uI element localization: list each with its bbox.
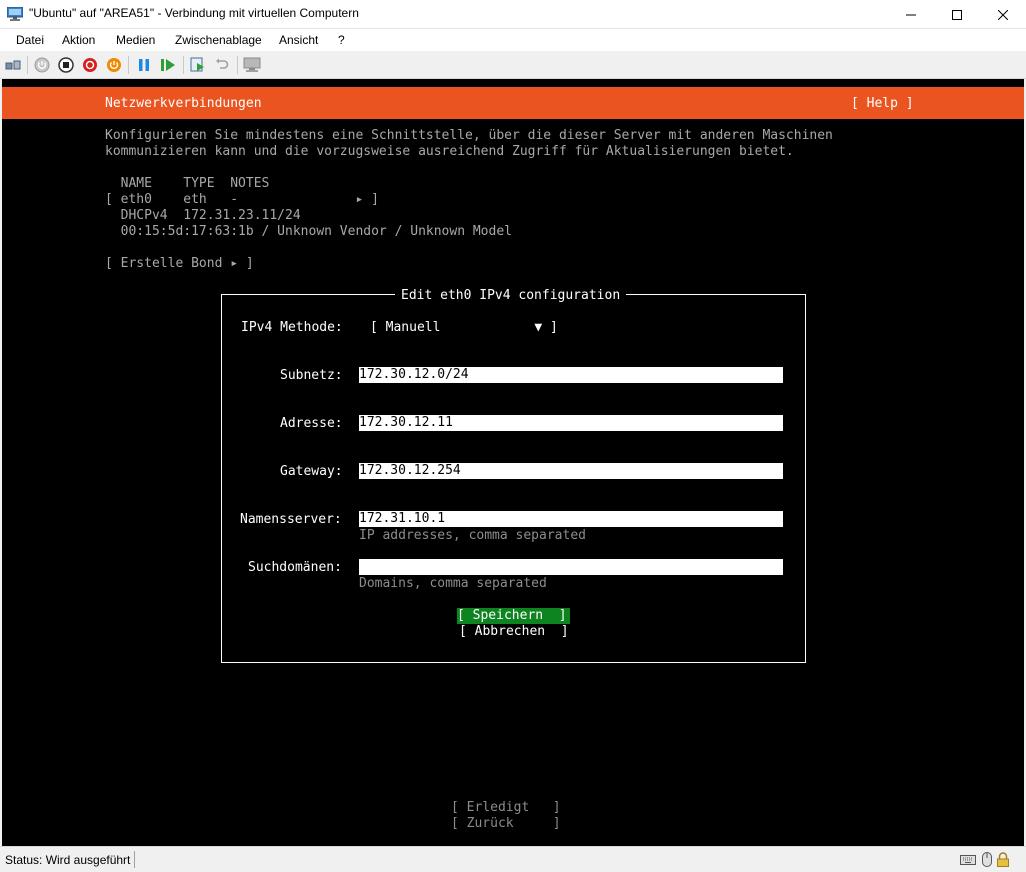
power-start-icon <box>34 57 50 73</box>
search-domains-hint: Domains, comma separated <box>359 576 547 591</box>
resume-button[interactable] <box>159 56 177 74</box>
start-button[interactable] <box>33 56 51 74</box>
revert-button[interactable] <box>213 56 231 74</box>
keyboard-icon <box>960 855 976 865</box>
close-icon <box>998 9 1008 20</box>
nameserver-hint: IP addresses, comma separated <box>359 528 586 543</box>
maximize-button[interactable] <box>934 0 980 29</box>
pause-button[interactable] <box>135 56 153 74</box>
nameserver-input[interactable]: 172.31.10.1 <box>359 511 783 527</box>
search-domains-input[interactable] <box>359 559 783 575</box>
method-label: IPv4 Methode: <box>241 320 343 335</box>
pause-icon <box>139 59 149 71</box>
minimize-button[interactable] <box>888 0 934 29</box>
console-top-strip <box>2 79 1024 87</box>
interface-dhcp-info: DHCPv4 172.31.23.11/24 <box>105 208 301 223</box>
menu-zwischenablage[interactable]: Zwischenablage <box>175 33 262 47</box>
dialog-title: Edit eth0 IPv4 configuration <box>395 288 627 304</box>
close-button[interactable] <box>980 0 1026 29</box>
power-icon <box>107 58 121 72</box>
done-button[interactable]: [ Erledigt ] <box>451 800 561 816</box>
power-button[interactable] <box>105 56 123 74</box>
interfaces-header: NAME TYPE NOTES <box>105 176 270 191</box>
gateway-label: Gateway: <box>280 464 343 479</box>
toolbar <box>0 51 1026 79</box>
cancel-button[interactable]: [ Abbrechen ] <box>459 624 569 640</box>
intro-line-2: kommunizieren kann und die vorzugsweise … <box>105 144 794 159</box>
ctrl-alt-del-button[interactable] <box>4 56 22 74</box>
menu-medien[interactable]: Medien <box>116 33 155 47</box>
title-bar: "Ubuntu" auf "AREA51" - Verbindung mit v… <box>0 0 1026 29</box>
search-domains-label: Suchdomänen: <box>248 560 342 575</box>
menu-help[interactable]: ? <box>338 33 345 47</box>
create-bond-button[interactable]: [ Erstelle Bond ▸ ] <box>105 256 254 272</box>
enhanced-session-icon <box>243 57 261 72</box>
window-title: "Ubuntu" auf "AREA51" - Verbindung mit v… <box>29 6 359 20</box>
shutdown-button[interactable] <box>81 56 99 74</box>
revert-icon <box>216 58 229 69</box>
status-bar: Status: Wird ausgeführt <box>0 846 1026 872</box>
menu-bar: Datei Aktion Medien Zwischenablage Ansic… <box>0 29 1026 51</box>
intro-line-1: Konfigurieren Sie mindestens eine Schnit… <box>105 128 833 143</box>
subnet-label: Subnetz: <box>280 368 343 383</box>
help-button[interactable]: [ Help ] <box>851 96 914 112</box>
stop-button[interactable] <box>57 56 75 74</box>
checkpoint-button[interactable] <box>189 56 207 74</box>
nameserver-label: Namensserver: <box>240 512 342 527</box>
subnet-input[interactable]: 172.30.12.0/24 <box>359 367 783 383</box>
back-button[interactable]: [ Zurück ] <box>451 816 561 832</box>
installer-title: Netzwerkverbindungen <box>105 96 262 111</box>
address-label: Adresse: <box>280 416 343 431</box>
menu-aktion[interactable]: Aktion <box>62 33 95 47</box>
menu-ansicht[interactable]: Ansicht <box>279 33 318 47</box>
lock-icon <box>997 852 1009 867</box>
minimize-icon <box>906 14 916 15</box>
maximize-icon <box>952 9 962 20</box>
interface-mac-info: 00:15:5d:17:63:1b / Unknown Vendor / Unk… <box>105 224 512 239</box>
checkpoint-icon <box>190 57 204 72</box>
method-select[interactable]: [ Manuell ▼ ] <box>370 320 558 336</box>
menu-datei[interactable]: Datei <box>16 33 44 47</box>
save-button[interactable]: [ Speichern ] <box>457 608 570 624</box>
mouse-icon <box>982 852 992 867</box>
vm-connection-icon <box>7 7 23 21</box>
resume-icon <box>161 59 175 71</box>
status-separator <box>134 851 135 868</box>
gateway-input[interactable]: 172.30.12.254 <box>359 463 783 479</box>
stop-icon <box>58 57 74 73</box>
ctrl-alt-del-icon <box>5 60 21 70</box>
enhanced-session-button[interactable] <box>243 56 261 74</box>
status-text: Status: Wird ausgeführt <box>5 853 131 867</box>
shutdown-icon <box>83 58 97 72</box>
interface-row-eth0[interactable]: [ eth0 eth - ▸ ] <box>105 192 379 208</box>
address-input[interactable]: 172.30.12.11 <box>359 415 783 431</box>
